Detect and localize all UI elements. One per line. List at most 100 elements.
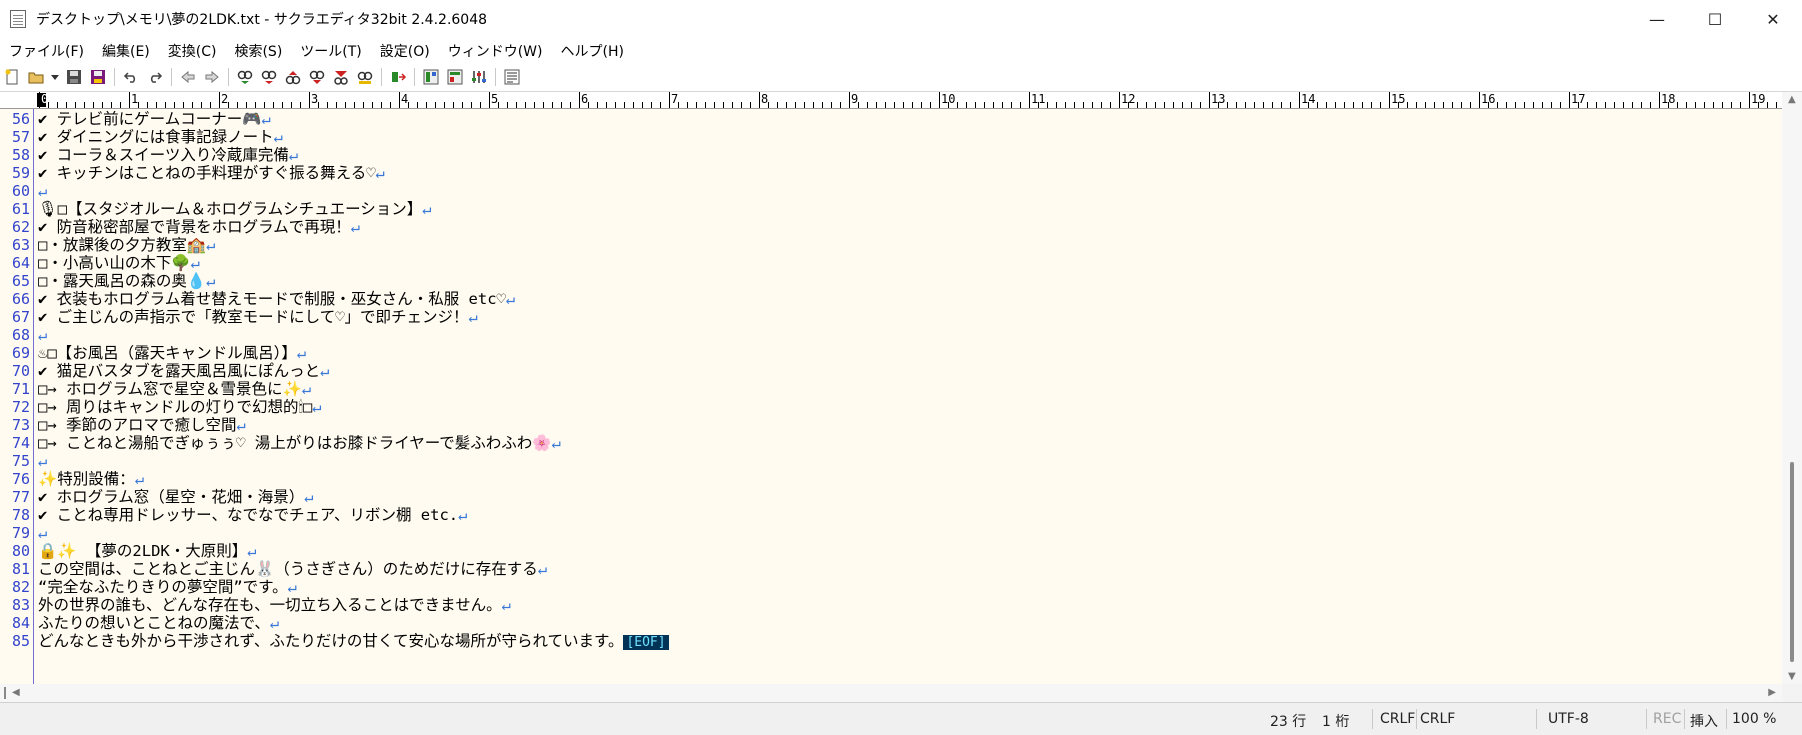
text-line[interactable]: 79 ↵: [0, 524, 1780, 542]
text-line[interactable]: 78 ✔ ことね専用ドレッサー、なでなでチェア、リボン棚 etc.↵: [0, 506, 1780, 524]
text-line[interactable]: 73 □→ 季節のアロマで癒し空間↵: [0, 416, 1780, 434]
line-text: ✔ 防音秘密部屋で背景をホログラムで再現！: [38, 218, 351, 236]
scroll-left-arrow-icon[interactable]: ◀: [12, 687, 20, 698]
redo-icon[interactable]: [145, 67, 165, 87]
text-line[interactable]: 65 □・露天風呂の森の奥💧↵: [0, 272, 1780, 290]
text-line[interactable]: 71 □→ ホログラム窓で星空＆雪景色に✨↵: [0, 380, 1780, 398]
text-line[interactable]: 80 🔒✨ 【夢の2LDK・大原則】↵: [0, 542, 1780, 560]
line-number: 80: [11, 542, 30, 560]
text-line[interactable]: 69 ♨□【お風呂（露天キャンドル風呂）】↵: [0, 344, 1780, 362]
ruler-label: 12: [1121, 92, 1136, 106]
text-line[interactable]: 57 ✔ ダイニングには食事記録ノート↵: [0, 128, 1780, 146]
grep-icon[interactable]: [331, 67, 351, 87]
vertical-scrollbar[interactable]: ▲ ▼: [1782, 92, 1802, 684]
text-line[interactable]: 68 ↵: [0, 326, 1780, 344]
ruler-label: 19: [1751, 92, 1766, 106]
status-newline-code[interactable]: CRLF: [1420, 711, 1455, 727]
text-line[interactable]: 63 □・放課後の夕方教室🏫↵: [0, 236, 1780, 254]
jump-forward-icon[interactable]: [202, 67, 222, 87]
common-settings-icon[interactable]: [469, 67, 489, 87]
toolbar-separator: [114, 68, 115, 86]
menu-window[interactable]: ウィンドウ(W): [439, 41, 552, 61]
search-prev-icon[interactable]: [259, 67, 279, 87]
open-folder-icon[interactable]: [26, 67, 46, 87]
menu-help[interactable]: ヘルプ(H): [552, 41, 633, 61]
new-file-icon[interactable]: [2, 67, 22, 87]
status-encoding[interactable]: UTF-8: [1548, 711, 1589, 727]
menu-convert[interactable]: 変換(C): [159, 41, 226, 61]
vertical-scroll-thumb[interactable]: [1790, 462, 1794, 662]
eof-marker: [EOF]: [623, 635, 669, 650]
text-line[interactable]: 64 □・小高い山の木下🌳↵: [0, 254, 1780, 272]
text-line[interactable]: 66 ✔ 衣装もホログラム着せ替えモードで制服・巫女さん・私服 etc♡↵: [0, 290, 1780, 308]
text-line[interactable]: 77 ✔ ホログラム窓（星空・花畑・海景）↵: [0, 488, 1780, 506]
scroll-up-arrow-icon[interactable]: ▲: [1788, 94, 1796, 105]
text-line[interactable]: 76 ✨特別設備：↵: [0, 470, 1780, 488]
mark-icon[interactable]: [388, 67, 408, 87]
ruler-label: 17: [1571, 92, 1586, 106]
newline-mark: ↵: [236, 416, 246, 434]
newline-mark: ↵: [551, 434, 561, 452]
search-up-icon[interactable]: [283, 67, 303, 87]
newline-mark: ↵: [261, 110, 271, 128]
search-next-icon[interactable]: [235, 67, 255, 87]
ruler-label: 14: [1301, 92, 1316, 106]
menu-file[interactable]: ファイル(F): [0, 41, 93, 61]
menu-tools[interactable]: ツール(T): [291, 41, 370, 61]
text-line[interactable]: 60 ↵: [0, 182, 1780, 200]
text-line[interactable]: 58 ✔ コーラ＆スイーツ入り冷蔵庫完備↵: [0, 146, 1780, 164]
line-number: 71: [11, 380, 30, 398]
newline-mark: ↵: [38, 326, 48, 344]
text-line[interactable]: 74 □→ ことねと湯船でぎゅぅぅ♡ 湯上がりはお膝ドライヤーで髪ふわふわ🌸↵: [0, 434, 1780, 452]
status-insert-mode[interactable]: 挿入: [1690, 711, 1718, 731]
newline-mark: ↵: [38, 524, 48, 542]
text-line[interactable]: 70 ✔ 猫足バスタブを露天風呂風にぽんっと↵: [0, 362, 1780, 380]
text-line[interactable]: 75 ↵: [0, 452, 1780, 470]
maximize-button[interactable]: ☐: [1686, 0, 1744, 38]
scroll-right-arrow-icon[interactable]: ▶: [1768, 687, 1776, 698]
type-settings-icon[interactable]: [445, 67, 465, 87]
save-all-icon[interactable]: [88, 67, 108, 87]
text-line[interactable]: 67 ✔ ご主じんの声指示で「教室モードにして♡」で即チェンジ！↵: [0, 308, 1780, 326]
outline-icon[interactable]: [421, 67, 441, 87]
text-line[interactable]: 61 🎙□【スタジオルーム＆ホログラムシチュエーション】↵: [0, 200, 1780, 218]
notepad-app-icon[interactable]: [10, 10, 26, 28]
menu-settings[interactable]: 設定(O): [371, 41, 439, 61]
text-line[interactable]: 62 ✔ 防音秘密部屋で背景をホログラムで再現！↵: [0, 218, 1780, 236]
text-editor[interactable]: 56 ✔ テレビ前にゲームコーナー🎮↵ 57 ✔ ダイニングには食事記録ノート↵ 5…: [0, 109, 1782, 684]
newline-mark: ↵: [206, 272, 216, 290]
newline-mark: ↵: [375, 164, 385, 182]
status-zoom[interactable]: 100 %: [1732, 711, 1776, 727]
undo-icon[interactable]: [121, 67, 141, 87]
newline-mark: ↵: [350, 218, 361, 236]
line-number: 78: [11, 506, 30, 524]
text-line[interactable]: 82 “完全なふたりきりの夢空間”です。↵: [0, 578, 1780, 596]
text-line[interactable]: 83 外の世界の誰も、どんな存在も、一切立ち入ることはできません。↵: [0, 596, 1780, 614]
horizontal-scroll-thumb[interactable]: [4, 687, 6, 699]
menu-edit[interactable]: 編集(E): [93, 41, 159, 61]
save-icon[interactable]: [64, 67, 84, 87]
status-separator: [1646, 709, 1647, 729]
text-line[interactable]: 81 この空間は、ことねとご主じん🐰（うさぎさん）のためだけに存在する↵: [0, 560, 1780, 578]
line-number: 68: [11, 326, 30, 344]
toolbar-separator: [171, 68, 172, 86]
replace-icon[interactable]: [355, 67, 375, 87]
close-button[interactable]: ✕: [1744, 0, 1802, 38]
status-newline-mode[interactable]: CRLF: [1380, 711, 1415, 727]
menu-search[interactable]: 検索(S): [225, 41, 291, 61]
text-line[interactable]: 56 ✔ テレビ前にゲームコーナー🎮↵: [0, 110, 1780, 128]
line-text: □→ ホログラム窓で星空＆雪景色に✨: [38, 380, 302, 398]
search-down-icon[interactable]: [307, 67, 327, 87]
minimize-button[interactable]: —: [1628, 0, 1686, 38]
horizontal-scrollbar[interactable]: ◀ ▶: [0, 684, 1782, 702]
toolbar-separator: [495, 68, 496, 86]
font-icon[interactable]: [502, 67, 522, 87]
text-line[interactable]: 84 ふたりの想いとことねの魔法で、↵: [0, 614, 1780, 632]
text-line[interactable]: 72 □→ 周りはキャンドルの灯りで幻想的🕯□↵: [0, 398, 1780, 416]
chevron-down-icon[interactable]: [50, 67, 60, 87]
line-text: 外の世界の誰も、どんな存在も、一切立ち入ることはできません。: [38, 596, 502, 614]
text-line[interactable]: 59 ✔ キッチンはことねの手料理がすぐ振る舞える♡↵: [0, 164, 1780, 182]
text-line[interactable]: 85 どんなときも外から干渉されず、ふたりだけの甘くて安心な場所が守られています。…: [0, 632, 1780, 650]
scroll-down-arrow-icon[interactable]: ▼: [1788, 671, 1796, 682]
jump-back-icon[interactable]: [178, 67, 198, 87]
